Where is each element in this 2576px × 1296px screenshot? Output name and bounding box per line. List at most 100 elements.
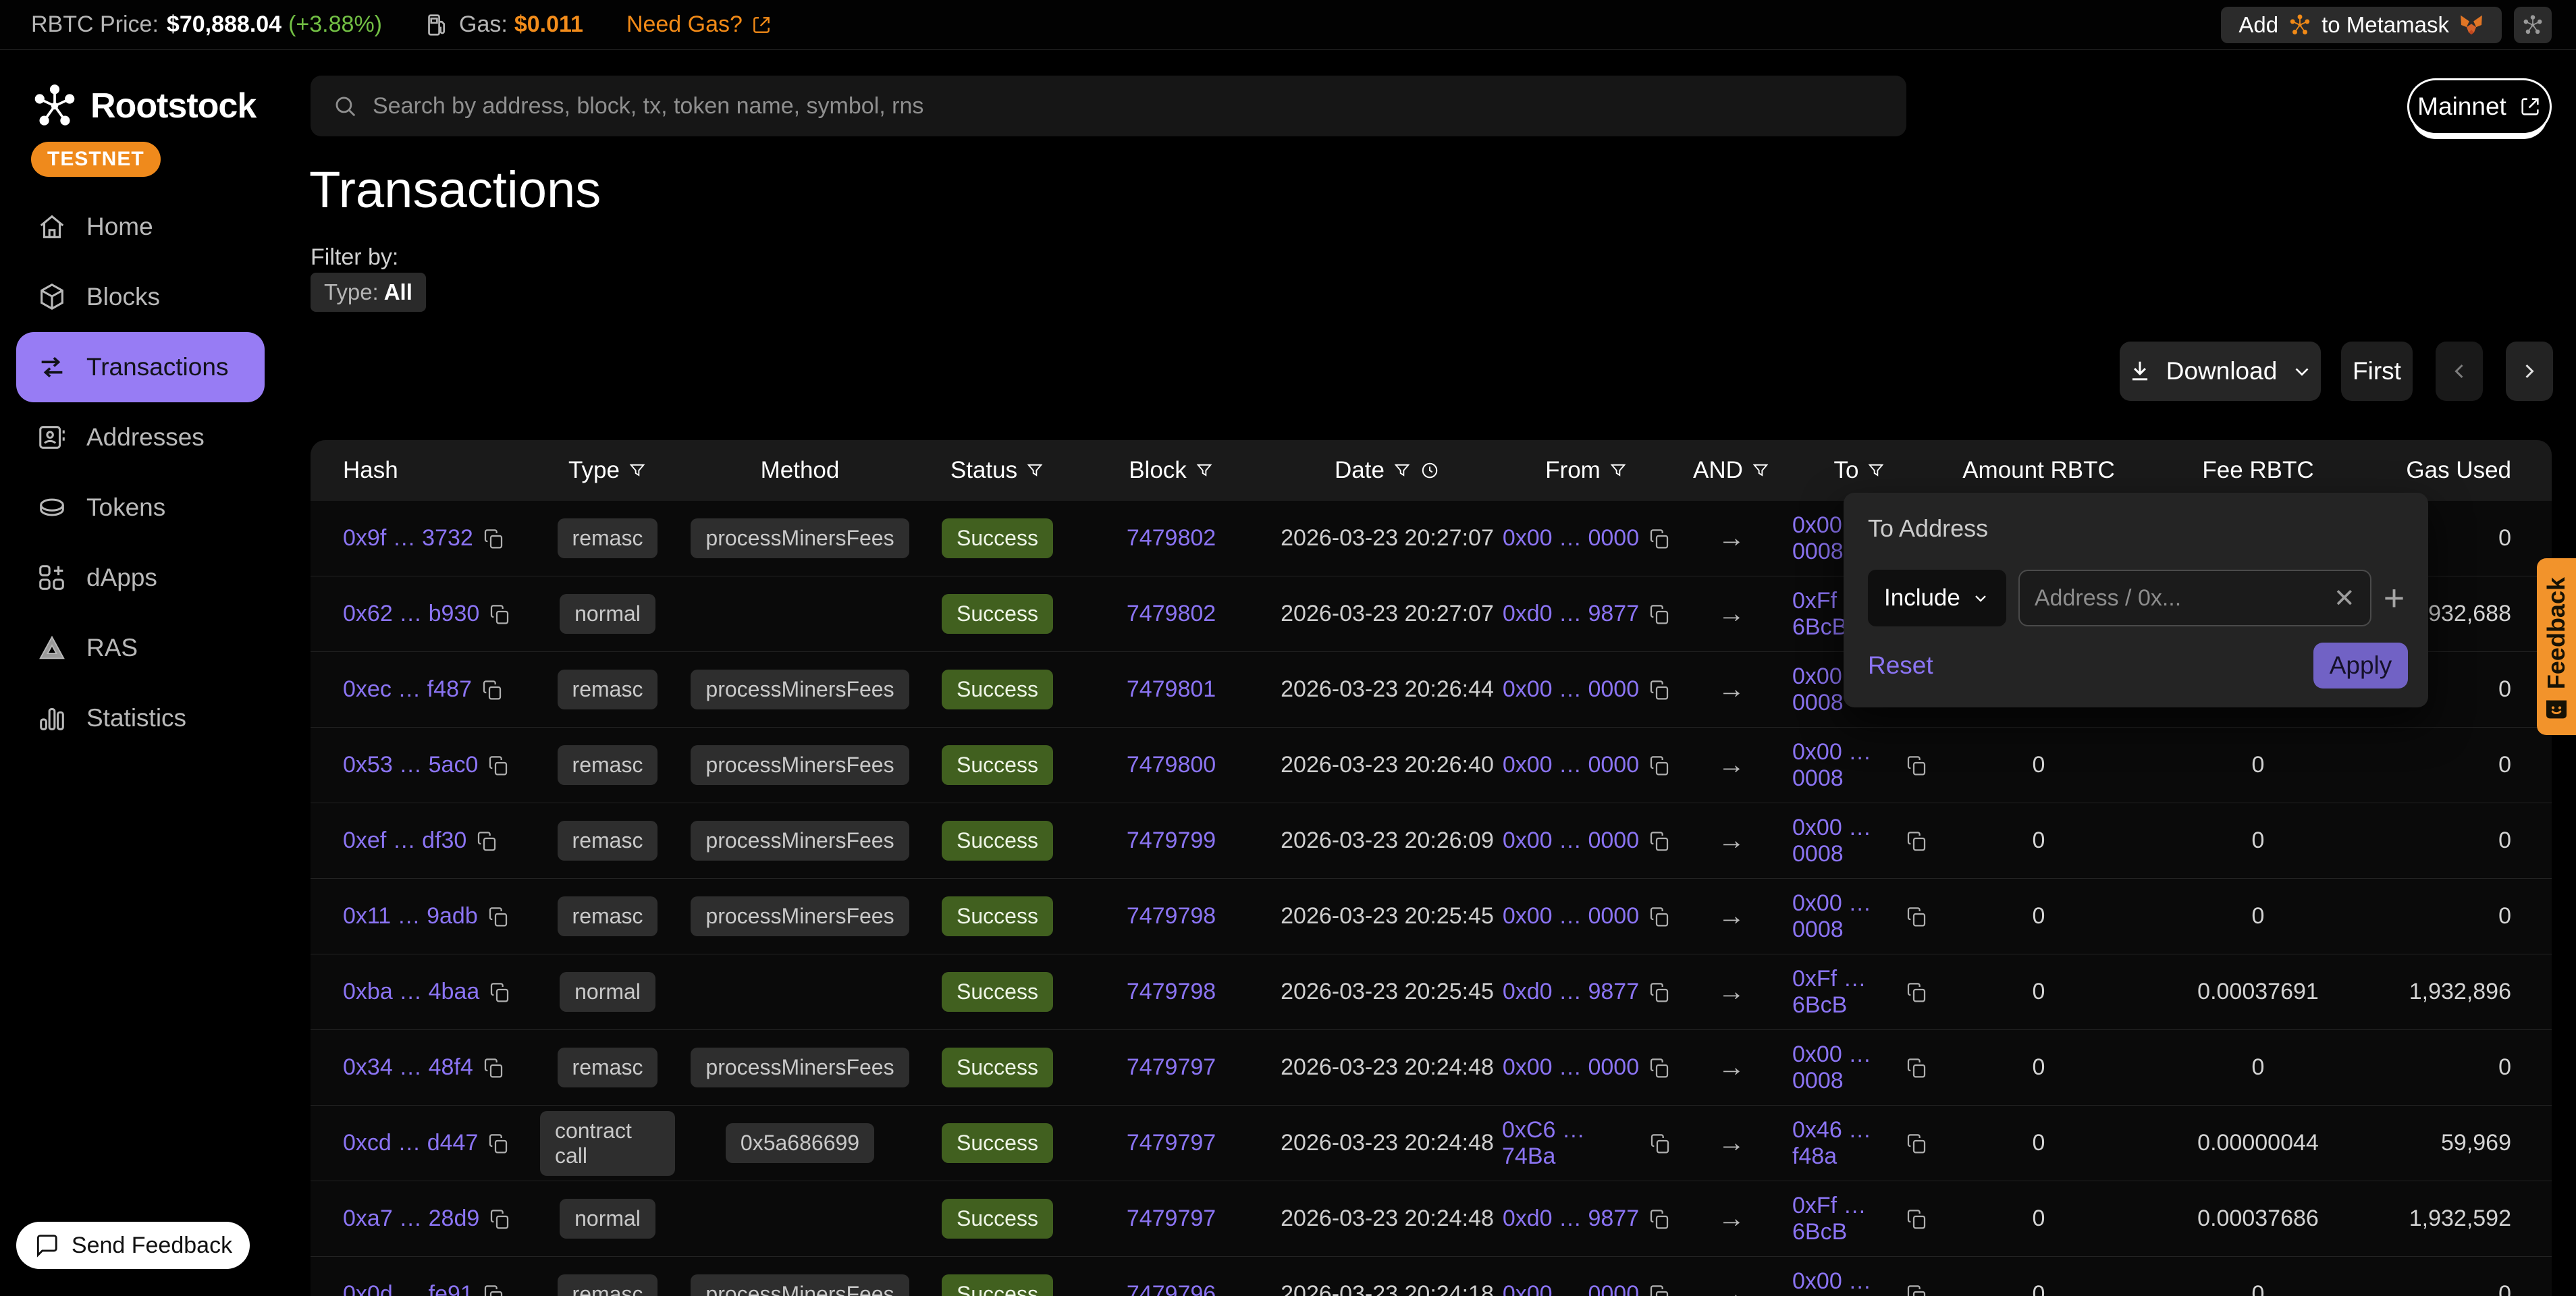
header-from[interactable]: From [1502,457,1671,484]
from-address-link[interactable]: 0x00 … 0000 [1503,752,1639,778]
copy-icon[interactable] [1906,1133,1927,1154]
copy-icon[interactable] [1648,981,1670,1003]
from-address-link[interactable]: 0xd0 … 9877 [1503,601,1639,627]
copy-icon[interactable] [483,528,504,549]
copy-icon[interactable] [1648,1057,1670,1079]
to-address-link[interactable]: 0x00 … 0008 [1792,739,1896,792]
send-feedback-button[interactable]: Send Feedback [16,1222,250,1269]
to-address-link[interactable]: 0x00 … 0008 [1792,1042,1896,1094]
download-button[interactable]: Download [2120,342,2321,401]
copy-icon[interactable] [487,1133,509,1154]
sidebar-item-transactions[interactable]: Transactions [16,332,265,402]
apply-button[interactable]: Apply [2313,643,2408,688]
tx-hash-link[interactable]: 0x9f … 3732 [343,525,473,551]
copy-icon[interactable] [487,755,509,776]
sidebar-item-blocks[interactable]: Blocks [0,262,281,332]
need-gas-link[interactable]: Need Gas? [626,11,772,38]
tx-hash-link[interactable]: 0xef … df30 [343,828,466,854]
copy-icon[interactable] [1648,1208,1670,1230]
sidebar-item-home[interactable]: Home [0,192,281,262]
block-link[interactable]: 7479797 [1127,1054,1216,1081]
sidebar-item-dapps[interactable]: dApps [0,543,281,613]
block-link[interactable]: 7479801 [1127,676,1216,703]
header-status[interactable]: Status [925,457,1070,484]
to-address-link[interactable]: 0x00 … 0008 [1792,890,1896,943]
tx-hash-link[interactable]: 0x62 … b930 [343,601,479,627]
brand[interactable]: Rootstock [0,50,281,131]
sidebar-item-tokens[interactable]: Tokens [0,473,281,543]
copy-icon[interactable] [1648,603,1670,625]
header-date[interactable]: Date [1272,457,1502,484]
rootstock-network-button[interactable] [2514,7,2552,43]
to-address-link[interactable]: 0x46 … f48a [1792,1117,1896,1170]
tx-hash-link[interactable]: 0x34 … 48f4 [343,1054,473,1081]
block-link[interactable]: 7479796 [1127,1281,1216,1296]
add-filter-icon[interactable]: + [2384,580,2405,616]
first-page-button[interactable]: First [2341,342,2413,401]
type-filter-chip[interactable]: Type:All [311,273,426,312]
copy-icon[interactable] [481,679,503,701]
copy-icon[interactable] [1906,1057,1927,1079]
tx-hash-link[interactable]: 0x0d … fe91 [343,1281,473,1296]
from-address-link[interactable]: 0x00 … 0000 [1503,903,1639,929]
from-address-link[interactable]: 0x00 … 0000 [1503,1054,1639,1081]
sidebar-item-statistics[interactable]: Statistics [0,683,281,753]
tx-hash-link[interactable]: 0xec … f487 [343,676,472,703]
copy-icon[interactable] [1906,981,1927,1003]
header-to[interactable]: To [1792,457,1927,484]
reset-button[interactable]: Reset [1868,651,1933,680]
prev-page-button[interactable] [2436,342,2483,401]
sidebar-item-addresses[interactable]: Addresses [0,402,281,473]
include-dropdown[interactable]: Include [1868,570,2006,626]
from-address-link[interactable]: 0xd0 … 9877 [1503,979,1639,1005]
to-address-link[interactable]: 0x00 … 0008 [1792,815,1896,867]
copy-icon[interactable] [1906,1284,1927,1296]
to-address-link[interactable]: 0xFf … 6BcB [1792,1193,1896,1245]
to-address-link[interactable]: 0x00 … 0008 [1792,1268,1896,1296]
copy-icon[interactable] [1648,1284,1670,1296]
copy-icon[interactable] [487,906,509,927]
tx-hash-link[interactable]: 0xa7 … 28d9 [343,1206,479,1232]
copy-icon[interactable] [489,1208,510,1230]
copy-icon[interactable] [489,981,510,1003]
copy-icon[interactable] [1648,528,1670,549]
copy-icon[interactable] [1906,1208,1927,1230]
block-link[interactable]: 7479802 [1127,601,1216,627]
tx-hash-link[interactable]: 0x53 … 5ac0 [343,752,478,778]
sidebar-item-ras[interactable]: RAS [0,613,281,683]
block-link[interactable]: 7479797 [1127,1206,1216,1232]
from-address-link[interactable]: 0x00 … 0000 [1503,1281,1639,1296]
tx-hash-link[interactable]: 0x11 … 9adb [343,903,478,929]
copy-icon[interactable] [1906,755,1927,776]
copy-icon[interactable] [483,1057,504,1079]
search-input[interactable] [373,93,1906,119]
clear-input-icon[interactable]: ✕ [2334,583,2355,614]
block-link[interactable]: 7479798 [1127,979,1216,1005]
address-input[interactable] [2035,585,2334,612]
block-link[interactable]: 7479797 [1127,1130,1216,1156]
block-link[interactable]: 7479800 [1127,752,1216,778]
copy-icon[interactable] [1648,830,1670,852]
from-address-link[interactable]: 0xC6 … 74Ba [1502,1117,1640,1170]
copy-icon[interactable] [489,603,510,625]
copy-icon[interactable] [483,1284,504,1296]
header-and[interactable]: AND [1671,457,1792,484]
copy-icon[interactable] [1649,1133,1671,1154]
add-to-metamask-button[interactable]: Add to Metamask [2221,7,2502,43]
copy-icon[interactable] [1906,830,1927,852]
copy-icon[interactable] [1648,679,1670,701]
feedback-tab[interactable]: Feedback [2537,558,2576,735]
from-address-link[interactable]: 0x00 … 0000 [1503,676,1639,703]
header-type[interactable]: Type [540,457,675,484]
block-link[interactable]: 7479802 [1127,525,1216,551]
block-link[interactable]: 7479799 [1127,828,1216,854]
mainnet-button[interactable]: Mainnet [2407,78,2552,135]
copy-icon[interactable] [1906,906,1927,927]
copy-icon[interactable] [1648,755,1670,776]
to-address-link[interactable]: 0xFf … 6BcB [1792,966,1896,1019]
from-address-link[interactable]: 0x00 … 0000 [1503,828,1639,854]
header-block[interactable]: Block [1070,457,1272,484]
next-page-button[interactable] [2506,342,2553,401]
tx-hash-link[interactable]: 0xcd … d447 [343,1130,478,1156]
from-address-link[interactable]: 0x00 … 0000 [1503,525,1639,551]
